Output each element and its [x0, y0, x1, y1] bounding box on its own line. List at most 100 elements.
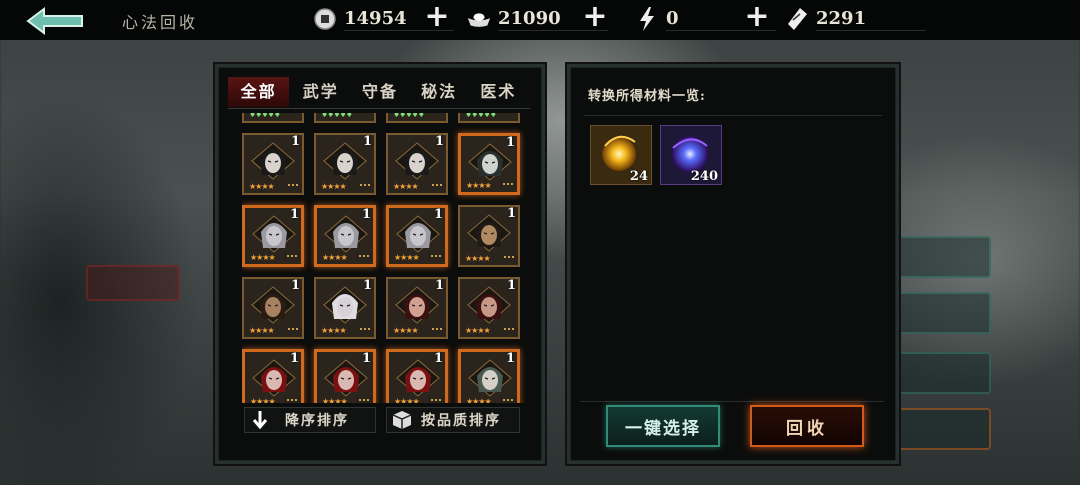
sort-descending-button[interactable]: 降序排序: [244, 407, 376, 433]
card-dots: [360, 328, 370, 332]
rarity-stars: ★★★★: [394, 397, 420, 403]
add-silver-button[interactable]: +: [582, 2, 608, 32]
resource-ticket: 2291: [784, 4, 926, 34]
character-portrait-icon: [251, 286, 295, 324]
rarity-stars: ★★★★: [465, 326, 491, 335]
page-title: 心法回收: [122, 13, 199, 32]
rarity-stars: ★★★★: [322, 253, 348, 262]
card-dots: [287, 255, 297, 259]
card-count: 1: [361, 351, 371, 366]
card-dots: [360, 184, 370, 188]
card-partial[interactable]: ♦♦♦♦♦: [314, 113, 376, 123]
heart-method-card[interactable]: ★★★★ 1: [386, 133, 448, 195]
card-count: 1: [505, 135, 515, 150]
card-count: 1: [362, 278, 372, 293]
heart-method-card[interactable]: ★★★★ 1: [386, 349, 448, 403]
heart-method-card[interactable]: ★★★★ 1: [458, 349, 520, 403]
card-dots: [432, 184, 442, 188]
heart-method-card[interactable]: ★★★★ 1: [458, 277, 520, 339]
character-portrait-icon: [395, 142, 439, 180]
background-button: [895, 352, 991, 394]
rarity-stars: ★★★★: [394, 253, 420, 262]
card-count: 1: [362, 134, 372, 149]
heart-method-card[interactable]: ★★★★ 1: [314, 133, 376, 195]
card-dots: [288, 328, 298, 332]
lightning-icon: [634, 6, 660, 32]
material-slot-blue[interactable]: 240: [660, 125, 722, 185]
rarity-stars: ★★★★: [466, 397, 492, 403]
action-divider: [580, 401, 884, 402]
rarity-stars: ★★★★: [249, 326, 275, 335]
heart-method-card[interactable]: ★★★★ 1: [242, 277, 304, 339]
card-dots: [288, 184, 298, 188]
card-grid[interactable]: ♦♦♦♦♦ ♦♦♦♦♦ ♦♦♦♦♦ ♦♦♦♦♦ ★★★★ 1 ★★★★ 1 ★★★★ 1 ★★★★ 1…: [242, 113, 528, 403]
character-portrait-icon: [395, 286, 439, 324]
rarity-stars: ♦♦♦♦♦: [465, 113, 497, 119]
card-count: 1: [506, 278, 516, 293]
card-dots: [503, 399, 513, 403]
heart-method-card[interactable]: ★★★★ 1: [458, 205, 520, 267]
material-slot-gold[interactable]: 24: [590, 125, 652, 185]
card-dots: [431, 255, 441, 259]
sort-descending-label: 降序排序: [285, 413, 349, 429]
card-partial[interactable]: ♦♦♦♦♦: [242, 113, 304, 123]
card-partial[interactable]: ♦♦♦♦♦: [386, 113, 448, 123]
heart-method-card[interactable]: ★★★★ 1: [314, 205, 376, 267]
cube-icon: [387, 410, 417, 430]
add-coin-button[interactable]: +: [424, 2, 450, 32]
heart-method-card[interactable]: ★★★★ 1: [242, 205, 304, 267]
heart-method-card[interactable]: ★★★★ 1: [242, 133, 304, 195]
card-count: 1: [289, 207, 299, 222]
back-button[interactable]: [24, 6, 88, 36]
card-dots: [287, 399, 297, 403]
sort-by-quality-label: 按品质排序: [421, 413, 501, 429]
arrow-down-icon: [245, 411, 275, 429]
card-count: 1: [433, 351, 443, 366]
tab-secret[interactable]: 秘法: [410, 77, 469, 107]
card-dots: [359, 399, 369, 403]
rarity-stars: ♦♦♦♦♦: [321, 113, 353, 119]
heart-method-card[interactable]: ★★★★ 1: [386, 205, 448, 267]
card-count: 1: [505, 351, 515, 366]
tab-divider: [228, 108, 530, 109]
tab-medicine[interactable]: 医术: [469, 77, 528, 107]
materials-title: 转换所得材料一览:: [588, 89, 706, 104]
card-dots: [431, 399, 441, 403]
materials-panel: 转换所得材料一览: 24 240 一键选择 回收: [567, 64, 899, 464]
recycle-button[interactable]: 回收: [750, 405, 864, 447]
tab-defense[interactable]: 守备: [350, 77, 409, 107]
card-count: 1: [434, 278, 444, 293]
card-partial[interactable]: ♦♦♦♦♦: [458, 113, 520, 123]
coin-icon: [312, 6, 338, 32]
rarity-stars: ★★★★: [249, 182, 275, 191]
heart-method-card[interactable]: ★★★★ 1: [242, 349, 304, 403]
card-dots: [432, 328, 442, 332]
rarity-stars: ★★★★: [393, 182, 419, 191]
heart-method-card[interactable]: ★★★★ 1: [314, 349, 376, 403]
sort-by-quality-button[interactable]: 按品质排序: [386, 407, 520, 433]
card-count: 1: [290, 134, 300, 149]
card-count: 1: [290, 278, 300, 293]
tab-all[interactable]: 全部: [228, 77, 290, 107]
card-dots: [504, 328, 514, 332]
add-energy-button[interactable]: +: [744, 2, 770, 32]
ticket-icon: [784, 6, 810, 32]
rarity-stars: ★★★★: [322, 397, 348, 403]
material-qty: 24: [629, 169, 648, 184]
tab-martial[interactable]: 武学: [291, 77, 350, 107]
rarity-stars: ★★★★: [250, 253, 276, 262]
select-all-button[interactable]: 一键选择: [606, 405, 720, 447]
heart-method-card[interactable]: ★★★★ 1: [314, 277, 376, 339]
material-qty: 240: [690, 169, 718, 184]
character-portrait-icon: [467, 214, 511, 252]
card-dots: [503, 183, 513, 187]
heart-method-card[interactable]: ★★★★ 1: [458, 133, 520, 195]
silver-ingot-icon: [466, 6, 492, 32]
rarity-stars: ★★★★: [250, 397, 276, 403]
category-tabs: 全部 武学 守备 秘法 医术: [228, 77, 528, 107]
heart-method-card[interactable]: ★★★★ 1: [386, 277, 448, 339]
background-button: [86, 265, 180, 301]
rarity-stars: ♦♦♦♦♦: [393, 113, 425, 119]
rarity-stars: ★★★★: [393, 326, 419, 335]
character-portrait-icon: [323, 142, 367, 180]
